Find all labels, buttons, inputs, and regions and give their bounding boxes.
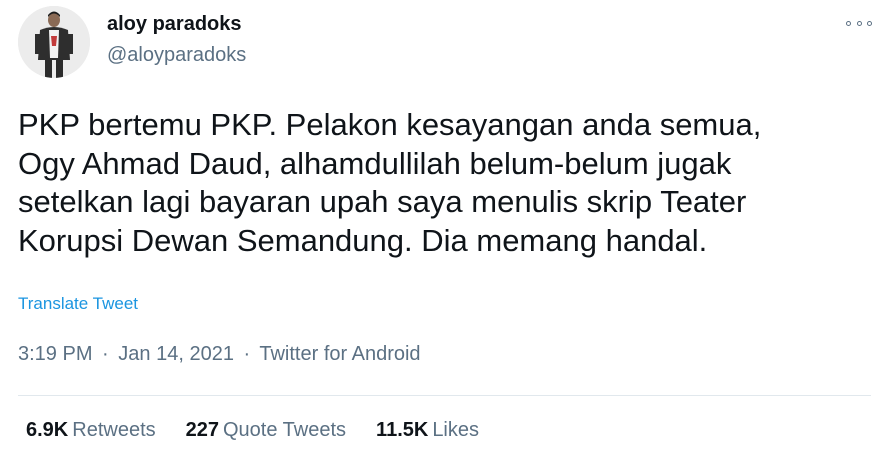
avatar[interactable]	[18, 6, 90, 78]
divider	[18, 395, 871, 396]
quote-tweets-stat[interactable]: 227 Quote Tweets	[186, 419, 346, 442]
retweets-label: Retweets	[72, 419, 156, 441]
likes-label: Likes	[432, 419, 480, 441]
tweet-text-line: Ogy Ahmad Daud, alhamdullilah belum-belu…	[18, 145, 732, 181]
more-dot	[867, 20, 872, 26]
tweet-time[interactable]: 3:19 PM	[18, 343, 92, 365]
tweet-metadata: 3:19 PM · Jan 14, 2021 · Twitter for And…	[18, 343, 421, 366]
tweet-source-link[interactable]: Twitter for Android	[259, 343, 420, 365]
author-handle[interactable]: @aloyparadoks	[107, 44, 246, 67]
meta-separator: ·	[243, 343, 251, 365]
author-name[interactable]: aloy paradoks	[107, 13, 242, 36]
quote-tweets-count: 227	[185, 419, 219, 441]
likes-stat[interactable]: 11.5K Likes	[376, 419, 479, 442]
likes-count: 11.5K	[376, 419, 429, 441]
tweet-text-line: PKP bertemu PKP. Pelakon kesayangan anda…	[18, 107, 762, 142]
engagement-stats: 6.9K Retweets 227 Quote Tweets 11.5K Likes	[26, 419, 509, 442]
tweet-date[interactable]: Jan 14, 2021	[118, 343, 234, 365]
more-options-icon[interactable]	[846, 14, 872, 32]
tweet-text: PKP bertemu PKP. Pelakon kesayangan anda…	[18, 106, 878, 260]
avatar-image	[18, 6, 90, 78]
tweet-text-line: setelkan lagi bayaran upah saya menulis …	[18, 184, 747, 219]
more-dot	[846, 20, 851, 26]
quote-tweets-label: Quote Tweets	[223, 419, 347, 441]
retweets-stat[interactable]: 6.9K Retweets	[26, 419, 156, 442]
more-dot	[856, 20, 862, 26]
tweet-card: aloy paradoks @aloyparadoks PKP bertemu …	[0, 0, 889, 463]
tweet-text-line: Korupsi Dewan Semandung. Dia memang hand…	[18, 222, 708, 258]
retweets-count: 6.9K	[26, 419, 69, 441]
meta-separator: ·	[102, 343, 109, 365]
translate-tweet-link[interactable]: Translate Tweet	[18, 294, 138, 314]
